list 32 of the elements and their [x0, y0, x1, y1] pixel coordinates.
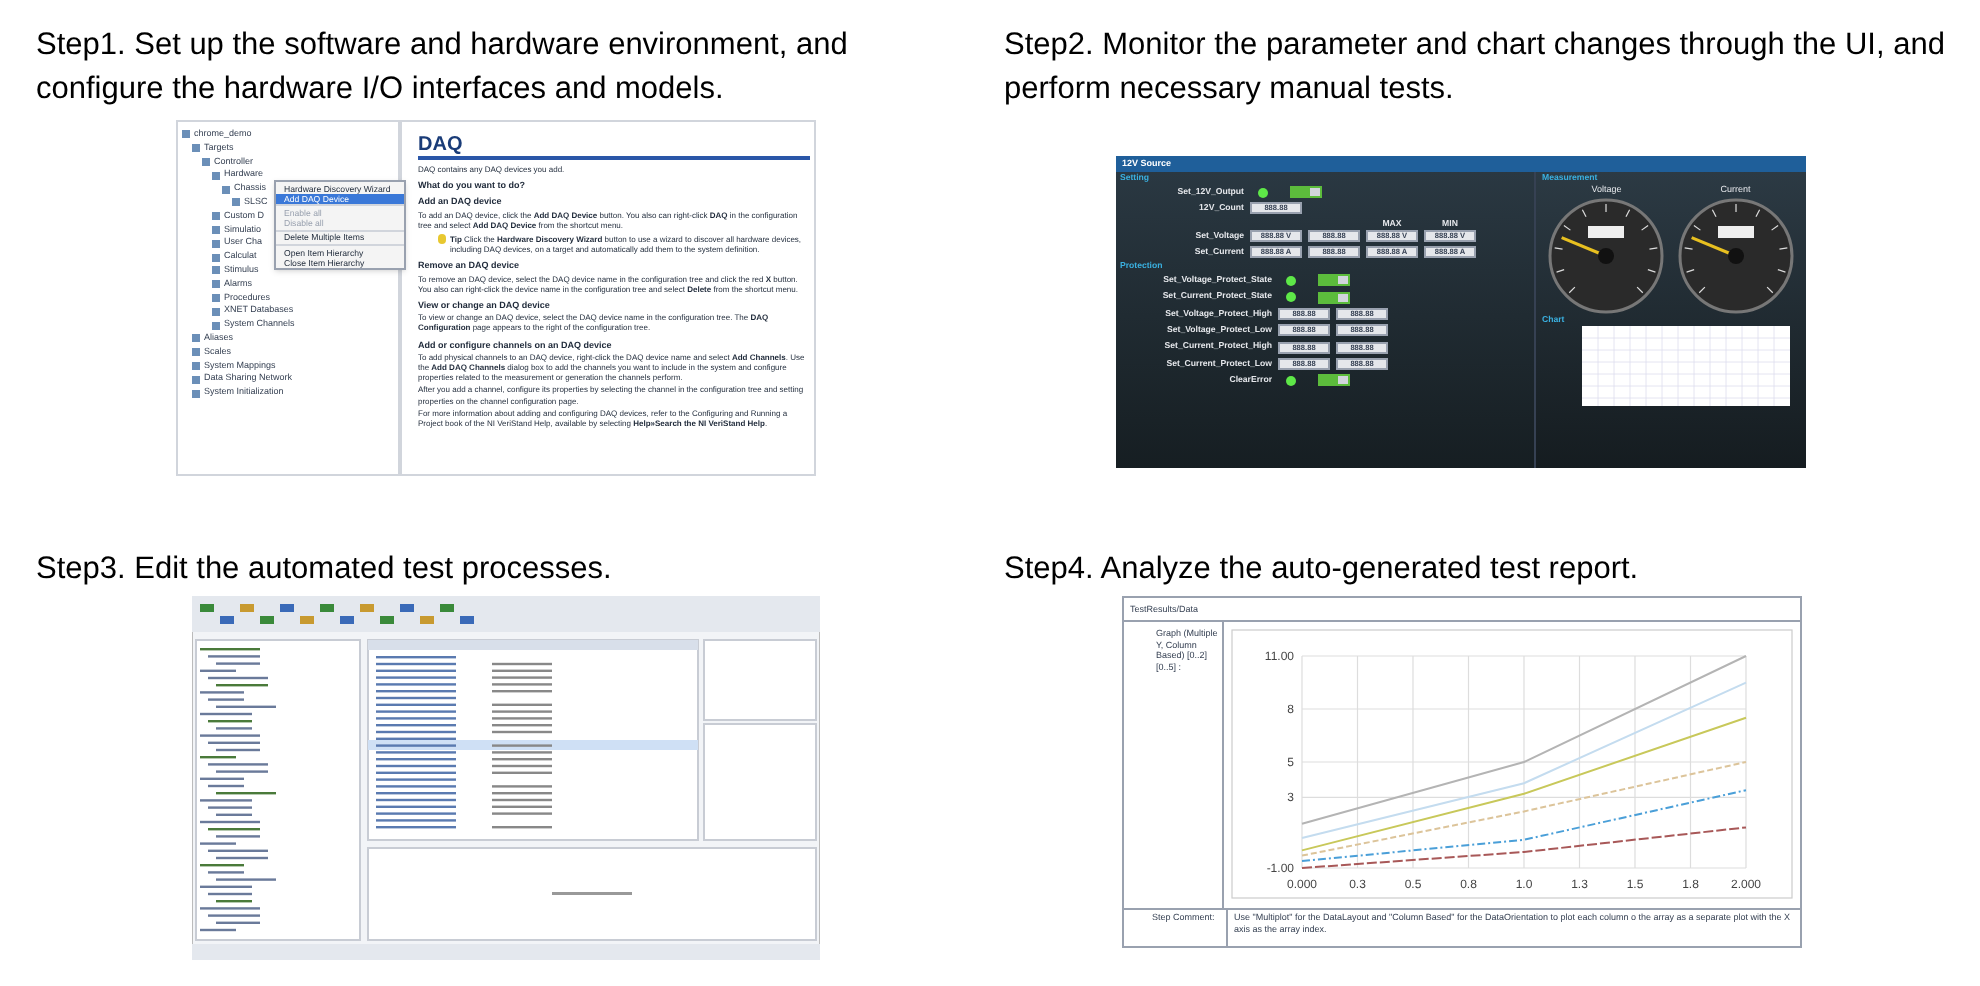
- step-caption: Step2. Monitor the parameter and chart changes through the UI, and perform necessary manual tests.: [1004, 26, 1947, 110]
- help-title: DAQ: [418, 134, 465, 156]
- toggle-switch[interactable]: [1318, 374, 1350, 387]
- tree-node-icon: [212, 239, 220, 248]
- tree-node-icon: [212, 293, 220, 302]
- lightbulb-icon: [438, 234, 446, 245]
- step-caption: Step1. Set up the software and hardware environment, and configure the hardware I/O interfaces and models.: [36, 26, 850, 110]
- tree-node-icon: [202, 157, 210, 166]
- tree-node-icon: [192, 389, 200, 398]
- toggle-switch[interactable]: [1318, 274, 1350, 287]
- gauge-drawing: [1677, 197, 1794, 314]
- tree-node-icon: [212, 171, 220, 180]
- tree-node-icon: [192, 348, 200, 357]
- tree-node-icon: [192, 361, 200, 370]
- tree-node-icon: [212, 253, 220, 262]
- step-caption: Step3. Edit the automated test processes.: [36, 550, 614, 590]
- tree-node-icon: [212, 307, 220, 316]
- tree-node-icon: [192, 334, 200, 343]
- tree-node-icon: [212, 321, 220, 330]
- tree-node-icon: [212, 280, 220, 289]
- tree-node-icon: [222, 185, 230, 194]
- tree-node-icon: [192, 144, 200, 153]
- step-caption: Step4. Analyze the auto-generated test report.: [1004, 550, 1641, 590]
- tree-node-icon: [212, 266, 220, 275]
- tree-node-icon: [232, 198, 240, 207]
- tree-node-icon: [182, 130, 190, 139]
- toggle-switch[interactable]: [1290, 186, 1322, 199]
- gauge-drawing: [1548, 197, 1665, 314]
- tree-node-icon: [192, 375, 200, 384]
- tree-node-icon: [212, 212, 220, 221]
- tree-node-icon: [212, 225, 220, 234]
- toggle-switch[interactable]: [1318, 291, 1350, 304]
